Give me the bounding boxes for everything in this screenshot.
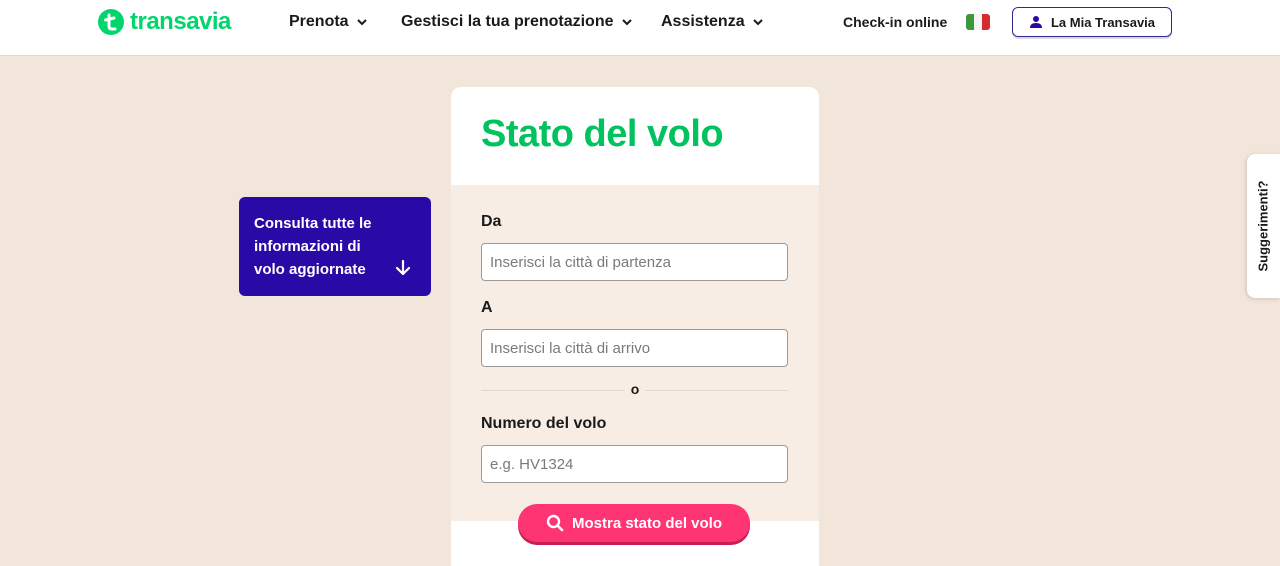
nav-label: Assistenza: [661, 13, 745, 30]
flight-status-card: Stato del volo Da A o Numero del volo Mo…: [451, 87, 819, 566]
from-label: Da: [481, 213, 502, 230]
transavia-logo-icon: [98, 9, 124, 35]
arrival-city-input[interactable]: [481, 329, 788, 367]
info-box-text: Consulta tutte le informazioni di volo a…: [254, 215, 372, 278]
button-label: Mostra stato del volo: [571, 514, 723, 532]
departure-city-input[interactable]: [481, 243, 788, 281]
my-transavia-button[interactable]: La Mia Transavia: [1012, 7, 1172, 37]
nav-gestisci-prenotazione[interactable]: Gestisci la tua prenotazione: [401, 0, 632, 44]
to-label: A: [481, 299, 493, 316]
site-header: transavia Prenota Gestisci la tua prenot…: [0, 0, 1280, 56]
search-icon: [546, 514, 564, 532]
account-label: La Mia Transavia: [1050, 14, 1156, 30]
or-separator: o: [625, 381, 645, 397]
flight-number-input[interactable]: [481, 445, 788, 483]
feedback-tab[interactable]: Suggerimenti?: [1247, 154, 1280, 298]
nav-label: Prenota: [289, 13, 349, 30]
brand-name: transavia: [130, 8, 231, 35]
checkin-online-link[interactable]: Check-in online: [843, 0, 947, 44]
chevron-down-icon: [752, 19, 763, 26]
feedback-label: Suggerimenti?: [1255, 180, 1271, 272]
nav-assistenza[interactable]: Assistenza: [661, 0, 763, 44]
italy-flag-icon[interactable]: [966, 14, 990, 30]
transavia-logo[interactable]: transavia: [98, 8, 231, 36]
user-icon: [1029, 16, 1042, 28]
card-header: Stato del volo: [451, 87, 819, 185]
arrow-down-icon: [395, 259, 411, 276]
nav-label: Gestisci la tua prenotazione: [401, 13, 614, 30]
show-flight-status-button[interactable]: Mostra stato del volo: [518, 504, 750, 542]
chevron-down-icon: [621, 19, 632, 26]
page-title: Stato del volo: [481, 113, 724, 155]
nav-prenota[interactable]: Prenota: [289, 0, 367, 44]
info-box[interactable]: Consulta tutte le informazioni di volo a…: [239, 197, 431, 296]
flight-number-label: Numero del volo: [481, 415, 607, 432]
chevron-down-icon: [356, 19, 367, 26]
